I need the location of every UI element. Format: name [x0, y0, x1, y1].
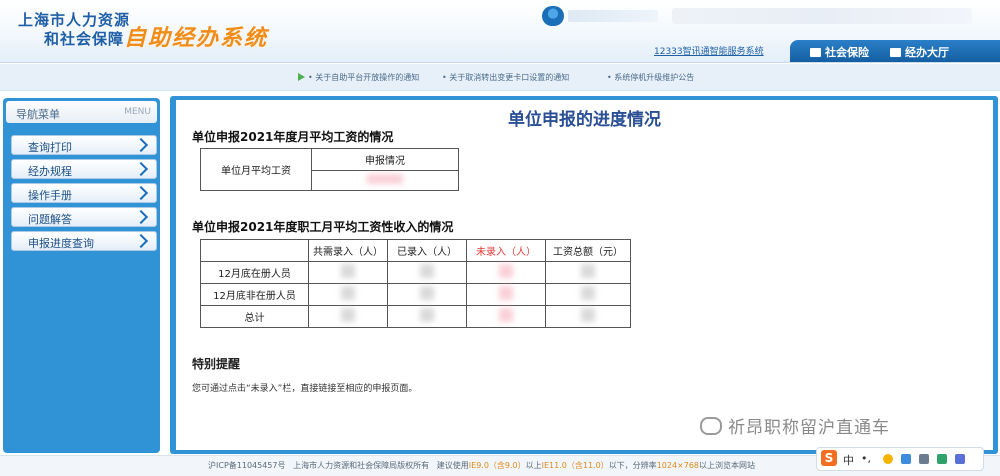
ime-mode-toggle[interactable]: 中	[843, 452, 854, 468]
chevron-right-icon	[133, 233, 149, 249]
tab-social-insurance[interactable]: 社会保险	[810, 44, 869, 60]
wechat-icon	[700, 417, 722, 435]
grid-menu-icon[interactable]	[955, 454, 965, 464]
notice-link-1-label: 关于自助平台开放操作的通知	[315, 73, 420, 82]
watermark: 祈昂职称留沪直通车	[700, 413, 890, 438]
ime-punct-toggle[interactable]: •,	[861, 452, 871, 465]
ime-toolbar[interactable]: S 中 •,	[816, 447, 984, 471]
tab-service-hall-label: 经办大厅	[905, 46, 949, 59]
sidebar-item-label: 查询打印	[28, 141, 72, 154]
col-header-required: 共需录入（人）	[308, 239, 388, 262]
chevron-right-icon	[133, 161, 149, 177]
table-cell	[308, 283, 388, 306]
reminder-text: 您可通过点击“未录入”栏，直接链接至相应的申报页面。	[192, 384, 418, 394]
notice-bar: • 关于自助平台开放操作的通知 • 关于取消转出变更卡口设置的通知 • 系统停机…	[0, 64, 1000, 91]
emoji-icon[interactable]	[883, 454, 893, 464]
avg-salary-row-label: 单位月平均工资	[200, 148, 312, 191]
sidebar-header: 导航菜单 MENU	[6, 101, 157, 123]
table-cell	[545, 305, 631, 328]
user-name-redacted	[568, 10, 658, 22]
logo-system-name: 自助经办系统	[124, 26, 269, 51]
tab-service-hall[interactable]: 经办大厅	[890, 44, 949, 60]
reminder-title: 特别提醒	[192, 357, 241, 371]
footer-text: 沪ICP备11045457号 上海市人力资源和社会保障局版权所有 建议使用IE9…	[208, 460, 755, 471]
footer-suffix: 以上浏览本网站	[699, 461, 756, 470]
logo-line2: 和社会保障	[44, 30, 125, 48]
income-table: 共需录入（人） 已录入（人） 未录入（人） 工资总额（元） 12月底在册人员 1…	[200, 239, 631, 328]
row-label-non-registered: 12月底非在册人员	[200, 283, 309, 306]
sidebar-item-label: 经办规程	[28, 165, 72, 178]
top-tabs: 社会保险 经办大厅	[790, 40, 1000, 62]
service-hall-icon	[890, 48, 901, 57]
footer-ie9: IE9.0（含9.0）	[468, 461, 526, 470]
table-cell	[545, 283, 631, 306]
notice-link-2-label: 关于取消转出变更卡口设置的通知	[449, 73, 570, 82]
sidebar-item-label: 申报进度查询	[28, 237, 94, 250]
notice-link-2[interactable]: • 关于取消转出变更卡口设置的通知	[442, 72, 569, 83]
table-cell	[308, 305, 388, 328]
income-corner-cell	[200, 239, 309, 262]
section-avg-salary-title: 单位申报2021年度月平均工资的情况	[192, 130, 394, 144]
not-entered-cell[interactable]	[466, 283, 546, 306]
notice-link-1[interactable]: • 关于自助平台开放操作的通知	[308, 72, 419, 83]
notice-arrow-icon	[298, 73, 305, 81]
footer-advice: 建议使用	[436, 461, 469, 470]
tab-social-insurance-label: 社会保险	[825, 46, 869, 59]
footer-resolution: 1024×768	[656, 461, 700, 470]
shirt-icon[interactable]	[937, 454, 947, 464]
col-header-entered: 已录入（人）	[387, 239, 467, 262]
notice-link-3[interactable]: • 系统停机升级维护公告	[607, 72, 694, 83]
hotline-link[interactable]: 12333智讯通智能服务系统	[654, 44, 764, 57]
sidebar-item-faq[interactable]: 问题解答	[11, 207, 157, 227]
section-income-title: 单位申报2021年度职工月平均工资性收入的情况	[192, 220, 454, 234]
watermark-text: 祈昂职称留沪直通车	[728, 418, 890, 438]
sidebar-item-label: 问题解答	[28, 213, 72, 226]
chevron-right-icon	[133, 137, 149, 153]
not-entered-cell[interactable]	[466, 305, 546, 328]
footer-icp[interactable]: 沪ICP备11045457号	[208, 461, 286, 470]
avg-salary-col-header: 申报情况	[311, 148, 459, 171]
keyboard-icon[interactable]	[919, 454, 929, 464]
col-header-not-entered[interactable]: 未录入（人）	[466, 239, 546, 262]
footer-between: 以上	[525, 461, 542, 470]
sidebar-title: 导航菜单	[16, 108, 60, 121]
table-cell	[387, 261, 467, 284]
sidebar-item-label: 操作手册	[28, 189, 72, 202]
not-entered-cell[interactable]	[466, 261, 546, 284]
notice-link-3-label: 系统停机升级维护公告	[614, 73, 695, 82]
user-avatar-icon[interactable]	[542, 6, 564, 26]
table-cell	[387, 283, 467, 306]
col-header-total-salary: 工资总额（元）	[545, 239, 631, 262]
footer-copyright: 上海市人力资源和社会保障局版权所有	[293, 461, 430, 470]
sogou-logo-icon[interactable]: S	[821, 450, 837, 466]
social-insurance-icon	[810, 48, 821, 57]
logo-line1: 上海市人力资源	[18, 11, 131, 29]
avg-salary-value-redacted	[311, 170, 459, 191]
page-title: 单位申报的进度情况	[508, 110, 661, 130]
table-cell	[308, 261, 388, 284]
user-info-redacted	[672, 8, 972, 24]
sidebar-item-progress-query[interactable]: 申报进度查询	[11, 231, 157, 251]
row-label-total: 总计	[200, 305, 309, 328]
table-cell	[387, 305, 467, 328]
footer-resolution-prefix: 以下，分辨率	[608, 461, 657, 470]
table-cell	[545, 261, 631, 284]
row-label-registered: 12月底在册人员	[200, 261, 309, 284]
sidebar-menu-label: MENU	[124, 107, 151, 117]
chevron-right-icon	[133, 185, 149, 201]
sidebar-item-manual[interactable]: 操作手册	[11, 183, 157, 203]
sidebar: 导航菜单 MENU 查询打印 经办规程 操作手册 问题解答 申报进度查询	[3, 98, 160, 453]
main-content: 单位申报的进度情况 单位申报2021年度月平均工资的情况 单位月平均工资 申报情…	[176, 100, 993, 450]
chevron-right-icon	[133, 209, 149, 225]
sidebar-item-procedures[interactable]: 经办规程	[11, 159, 157, 179]
avg-salary-table: 单位月平均工资 申报情况	[200, 148, 459, 191]
footer-ie11: IE11.0（含11.0）	[541, 461, 609, 470]
microphone-icon[interactable]	[901, 454, 911, 464]
header: 上海市人力资源 和社会保障 自助经办系统 12333智讯通智能服务系统 社会保险…	[0, 0, 1000, 63]
sidebar-item-query-print[interactable]: 查询打印	[11, 135, 157, 155]
